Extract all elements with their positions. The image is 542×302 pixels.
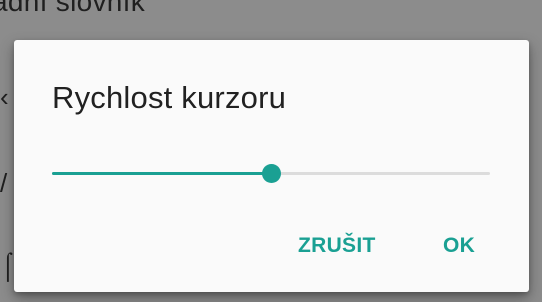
background-setting-label: adní slovník xyxy=(0,0,146,17)
background-partial-icon: / xyxy=(0,168,8,198)
slider-fill xyxy=(52,172,271,175)
cursor-speed-dialog: Rychlost kurzoru ZRUŠIT OK xyxy=(14,40,529,292)
ok-button[interactable]: OK xyxy=(435,228,483,264)
background-partial-icon: ‹ xyxy=(0,82,9,112)
slider-thumb[interactable] xyxy=(262,164,281,183)
cursor-speed-slider[interactable] xyxy=(52,162,490,186)
cancel-button[interactable]: ZRUŠIT xyxy=(290,228,384,264)
dialog-title: Rychlost kurzoru xyxy=(52,80,287,115)
